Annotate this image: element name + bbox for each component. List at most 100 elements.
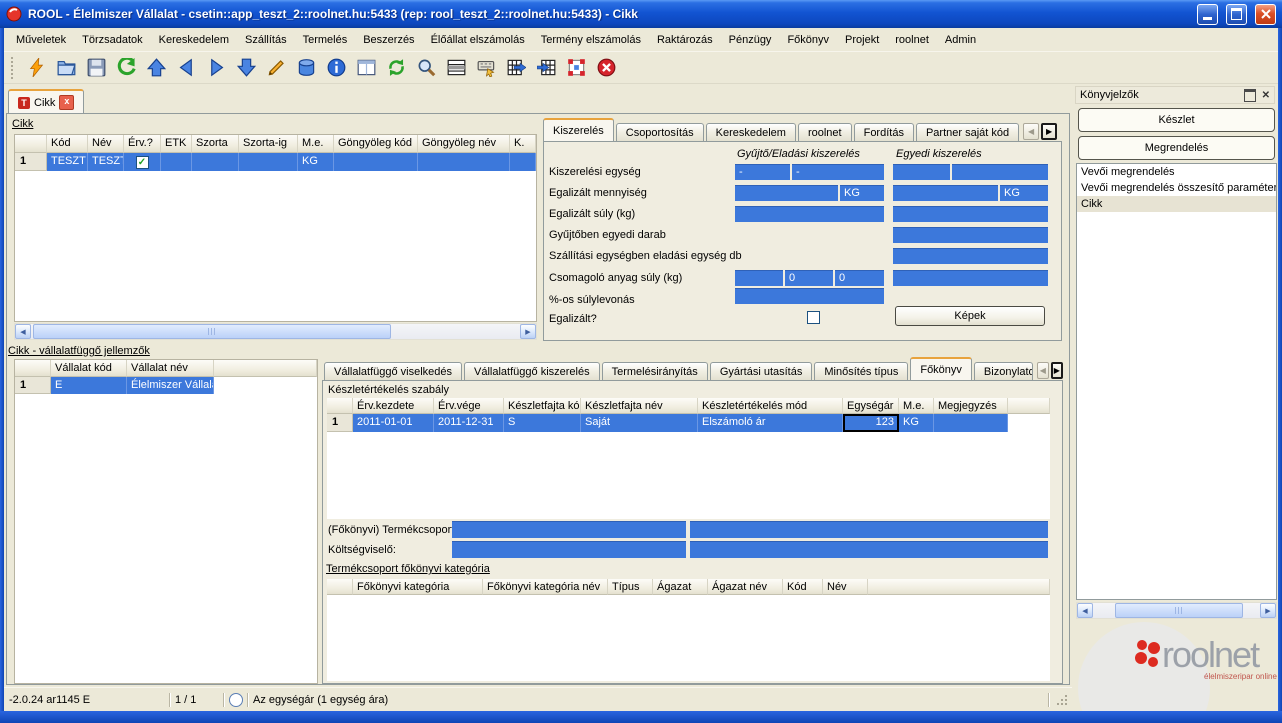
tab-fokonyv[interactable]: Főkönyv [910,357,972,381]
toolbar-window-layout-button[interactable] [353,55,379,81]
menu-item-eloallat-elszamolas[interactable]: Élőállat elszámolás [423,31,533,49]
col-nev[interactable]: Név [88,135,124,153]
tab-scroll-left-icon[interactable]: ◀ [1023,123,1040,140]
cikk-grid-row[interactable]: 1 TESZT TESZT ✓ KG [15,153,536,171]
field-termekcsoport-nev[interactable] [690,521,1048,538]
field-koltsegviselo-kod[interactable] [452,541,686,558]
field-termekcsoport-kod[interactable] [452,521,686,538]
col-agazat[interactable]: Ágazat [653,579,708,595]
menu-item-raktarozas[interactable]: Raktározás [649,31,721,49]
menu-item-admin[interactable]: Admin [937,31,984,49]
col-keszletfajta-kod[interactable]: Készletfajta kód [504,398,581,414]
cikk-section-link[interactable]: Cikk [12,118,33,130]
bookmark-item-cikk[interactable]: Cikk [1077,196,1276,212]
menu-item-szallitas[interactable]: Szállítás [237,31,295,49]
menu-item-muveletek[interactable]: Műveletek [8,31,74,49]
col-etk[interactable]: ETK [161,135,192,153]
toolbar-edit-button[interactable] [263,55,289,81]
tab-roolnet[interactable]: roolnet [797,123,852,142]
cell-szorta[interactable] [192,153,239,171]
menu-item-kereskedelem[interactable]: Kereskedelem [151,31,237,49]
megrendeles-button[interactable]: Megrendelés [1078,136,1275,160]
cell-keszletfajta-kod[interactable]: S [504,414,581,432]
col-fokonyvi-kategoria-nev[interactable]: Főkönyvi kategória név [483,579,608,595]
tab-gyartasi-utasitas[interactable]: Gyártási utasítás [709,362,813,381]
col-erv[interactable]: Érv.? [124,135,161,153]
tab-termelesiranyitas[interactable]: Termelésirányítás [601,362,708,381]
field-egyedi-egyseg-1[interactable] [893,164,950,180]
keszletertekeles-grid-row[interactable]: 1 2011-01-01 2011-12-31 S Saját Elszámol… [327,414,1050,432]
col-me[interactable]: M.e. [298,135,334,153]
menu-item-beszerzes[interactable]: Beszerzés [355,31,422,49]
cell-me[interactable]: KG [298,153,334,171]
tab-minosites-tipus[interactable]: Minősítés típus [814,362,909,381]
field-egyedi-darab[interactable] [893,227,1048,243]
toolbar-last-record-button[interactable] [233,55,259,81]
tab-scroll-right-icon[interactable]: ▶ [1050,362,1063,379]
col-tipus[interactable]: Típus [608,579,653,595]
bookmark-item-vevoi-osszesito[interactable]: Vevői megrendelés összesítő paramétere [1077,180,1276,196]
dock-icon[interactable] [1243,88,1256,102]
col-vallalat-kod[interactable]: Vállalat kód [51,360,127,377]
termekcsoport-kategoria-link[interactable]: Termékcsoport főkönyvi kategória [326,563,490,575]
maximize-button[interactable] [1226,3,1247,25]
toolbar-save-button[interactable] [83,55,109,81]
scroll-right-icon[interactable]: ▶ [1260,603,1276,618]
minimize-button[interactable] [1197,3,1218,25]
vallalat-grid[interactable]: Vállalat kód Vállalat név 1 E Élelmiszer… [14,359,318,684]
bookmark-item-vevoi-megrendeles[interactable]: Vevői megrendelés [1077,164,1276,180]
cell-keszletfajta-nev[interactable]: Saját [581,414,698,432]
checkbox-checked-icon[interactable]: ✓ [135,155,149,169]
menu-item-roolnet[interactable]: roolnet [887,31,937,49]
field-egyedi-csomagolo[interactable] [893,270,1048,286]
sidebar-hscrollbar[interactable]: ◀ ▶ [1076,602,1277,619]
toolbar-stop-button[interactable] [593,55,619,81]
field-egyedi-mennyiseg[interactable] [893,185,998,201]
menu-item-torzsadatok[interactable]: Törzsadatok [74,31,151,49]
cell-megjegyzes[interactable] [934,414,1008,432]
keszlet-button[interactable]: Készlet [1078,108,1275,132]
col-szorta[interactable]: Szorta [192,135,239,153]
col-megjegyzes[interactable]: Megjegyzés [934,398,1008,414]
cell-nev[interactable]: TESZT [88,153,124,171]
col-gongyoleg-nev[interactable]: Göngyöleg név [418,135,510,153]
field-gyujto-me-unit[interactable]: KG [840,185,884,201]
toolbar-table-fit-button[interactable] [563,55,589,81]
cell-erv[interactable]: ✓ [124,153,161,171]
toolbar-table-append-button[interactable] [533,55,559,81]
col-agazat-nev[interactable]: Ágazat név [708,579,783,595]
toolbar-lightning-sync-button[interactable] [23,55,49,81]
toolbar-next-record-button[interactable] [203,55,229,81]
tab-close-icon[interactable]: x [59,95,75,110]
cell-vallalat-kod[interactable]: E [51,377,127,394]
col-erv-kezdete[interactable]: Érv.kezdete [353,398,434,414]
col-fokonyvi-kategoria[interactable]: Főkönyvi kategória [353,579,483,595]
tab-scroll-right-icon[interactable]: ▶ [1041,123,1058,140]
menu-item-termeles[interactable]: Termelés [295,31,356,49]
col-kod[interactable]: Kód [783,579,823,595]
field-gyujto-egyseg-2[interactable]: - [792,164,884,180]
field-gyujto-csomagolo-2[interactable]: 0 [785,270,833,286]
menu-item-penzugy[interactable]: Pénzügy [721,31,780,49]
scroll-thumb[interactable] [1115,603,1243,618]
col-k[interactable]: K. [510,135,536,153]
col-szorta-ig[interactable]: Szorta-ig [239,135,298,153]
cikk-grid[interactable]: Kód Név Érv.? ETK Szorta Szorta-ig M.e. … [14,134,537,322]
scroll-right-icon[interactable]: ▶ [520,324,536,339]
toolbar-database-button[interactable] [293,55,319,81]
toolbar-grip[interactable] [10,55,15,80]
egalizalt-checkbox[interactable] [807,311,820,324]
field-gyujto-mennyiseg[interactable] [735,185,838,201]
cell-k[interactable] [510,153,536,171]
scroll-left-icon[interactable]: ◀ [15,324,31,339]
col-vallalat-nev[interactable]: Vállalat név [127,360,214,377]
scroll-left-icon[interactable]: ◀ [1077,603,1093,618]
cell-erv-vege[interactable]: 2011-12-31 [434,414,504,432]
field-gyujto-egyseg-1[interactable]: - [735,164,790,180]
tab-kiszereles[interactable]: Kiszerelés [543,118,614,142]
field-gyujto-csomagolo-1[interactable] [735,270,783,286]
toolbar-search-button[interactable] [413,55,439,81]
cell-erv-kezdete[interactable]: 2011-01-01 [353,414,434,432]
vallalat-section-link[interactable]: Cikk - vállalatfüggő jellemzők [8,345,150,357]
col-keszletertekeles-mod[interactable]: Készletértékelés mód [698,398,843,414]
